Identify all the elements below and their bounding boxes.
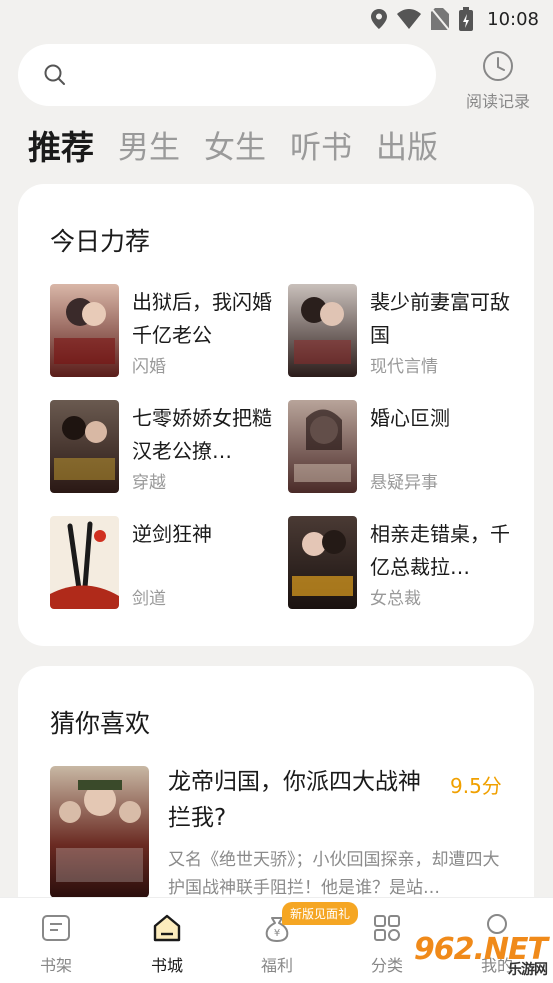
new-gift-badge: 新版见面礼	[282, 902, 359, 925]
book-item[interactable]: 七零娇娇女把糙汉老公撩… 穿越	[50, 400, 280, 496]
book-cover	[50, 284, 119, 377]
battery-icon	[459, 7, 474, 31]
book-cover	[50, 400, 119, 493]
book-item[interactable]: 相亲走错桌，千亿总裁拉… 女总裁	[288, 516, 518, 612]
book-tag: 穿越	[132, 473, 166, 493]
status-time: 10:08	[487, 8, 539, 30]
clock-icon	[483, 51, 513, 81]
category-tabs: 推荐 男生 女生 听书 出版	[28, 126, 438, 170]
location-icon	[371, 9, 388, 29]
search-icon	[44, 64, 65, 85]
bookstore-icon	[153, 914, 181, 942]
nav-bookshelf[interactable]: 书架	[16, 912, 96, 976]
tab-publish[interactable]: 出版	[376, 126, 438, 170]
today-recommend-card: 今日力荐 出狱后，我闪婚千亿老公 闪婚 裴少前妻富可敌国 现代言情 七零娇娇女把…	[18, 184, 534, 646]
book-item[interactable]: 逆剑狂神 剑道	[50, 516, 280, 612]
guess-book-title[interactable]: 龙帝归国，你派四大战神拦我?	[168, 764, 428, 836]
book-title: 出狱后，我闪婚千亿老公	[132, 290, 272, 347]
nav-bookstore[interactable]: 书城	[127, 912, 207, 976]
book-cover	[288, 284, 357, 377]
book-tag: 现代言情	[370, 357, 438, 377]
guess-book-score: 9.5分	[450, 774, 502, 798]
book-item[interactable]: 裴少前妻富可敌国 现代言情	[288, 284, 518, 380]
guess-you-like-title: 猜你喜欢	[50, 709, 151, 738]
guess-book-description: 又名《绝世天骄》；小伙回国探亲，却遭四大护国战神联手阻拦！他是谁？是站…	[168, 850, 500, 898]
tab-audiobook[interactable]: 听书	[290, 126, 352, 170]
book-item[interactable]: 出狱后，我闪婚千亿老公 闪婚	[50, 284, 280, 380]
book-title: 逆剑狂神	[132, 522, 212, 546]
reading-history-button[interactable]: 阅读记录	[458, 50, 538, 112]
bookshelf-icon	[42, 915, 70, 941]
tab-male[interactable]: 男生	[118, 126, 180, 170]
book-tag: 闪婚	[132, 357, 166, 377]
wifi-icon	[397, 9, 422, 29]
search-row: 阅读记录	[18, 44, 538, 111]
book-tag: 女总裁	[370, 589, 421, 609]
status-bar: 10:08	[0, 0, 553, 38]
svg-text:¥: ¥	[274, 928, 280, 939]
book-title: 裴少前妻富可敌国	[370, 290, 510, 347]
book-item[interactable]: 婚心叵测 悬疑异事	[288, 400, 518, 496]
book-cover	[288, 516, 357, 609]
guess-you-like-card: 猜你喜欢 龙帝归国，你派四大战神拦我? 9.5分 又名《绝世天骄》；小伙回国探亲…	[18, 666, 534, 926]
today-recommend-title: 今日力荐	[50, 227, 151, 256]
search-box[interactable]	[18, 44, 436, 106]
guess-book-cover[interactable]	[50, 766, 149, 898]
grid-icon	[374, 915, 400, 941]
book-tag: 悬疑异事	[370, 473, 438, 493]
book-tag: 剑道	[132, 589, 166, 609]
book-cover	[50, 516, 119, 609]
book-cover	[288, 400, 357, 493]
book-title: 相亲走错桌，千亿总裁拉…	[370, 522, 510, 579]
reading-history-label: 阅读记录	[465, 92, 530, 111]
nav-bookstore-label: 书城	[150, 956, 183, 975]
tab-female[interactable]: 女生	[204, 126, 266, 170]
nav-welfare-label: 福利	[260, 956, 293, 975]
tab-recommend[interactable]: 推荐	[28, 126, 94, 170]
watermark-logo: 962.NET 乐游网	[414, 932, 548, 979]
book-title: 七零娇娇女把糙汉老公撩…	[132, 406, 272, 463]
no-sim-icon	[431, 8, 450, 30]
search-input[interactable]	[78, 64, 398, 86]
nav-bookshelf-label: 书架	[39, 956, 72, 975]
book-title: 婚心叵测	[370, 406, 450, 430]
